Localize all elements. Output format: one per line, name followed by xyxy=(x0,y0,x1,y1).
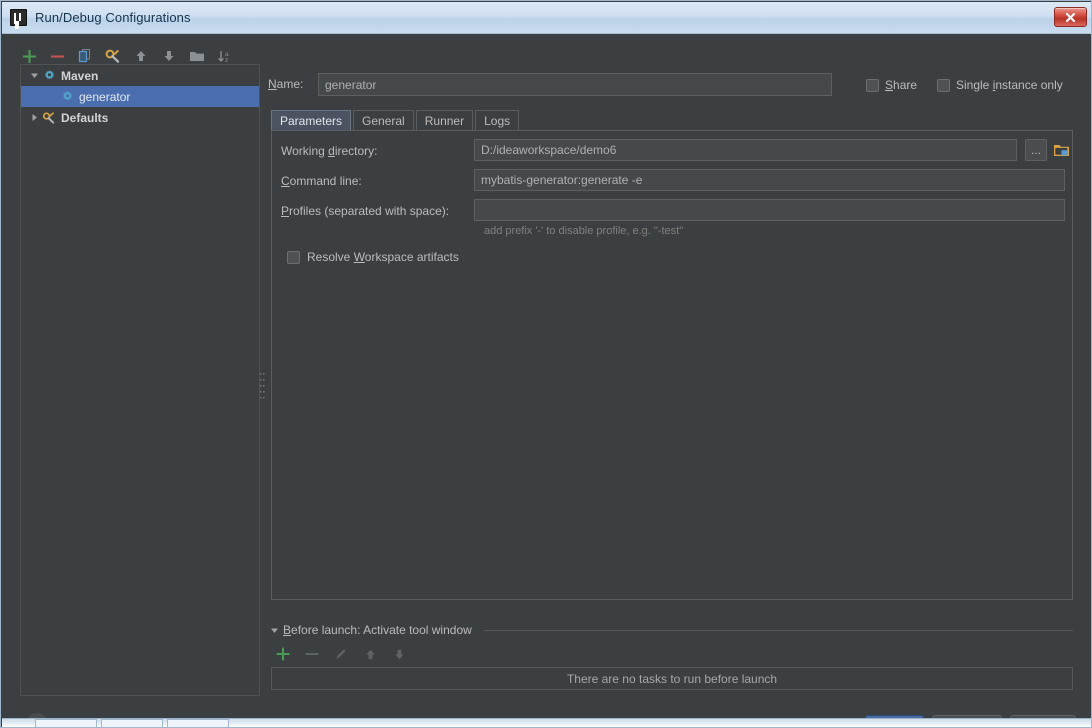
configurations-tree[interactable]: Maven generator Defaults xyxy=(20,64,260,696)
resolve-workspace-artifacts-checkbox[interactable]: Resolve Workspace artifacts xyxy=(287,250,459,264)
tab-runner[interactable]: Runner xyxy=(415,110,474,131)
chevron-down-icon[interactable] xyxy=(27,71,41,80)
tree-node-label: Defaults xyxy=(61,110,109,125)
share-checkbox-box[interactable] xyxy=(866,78,879,92)
before-launch-divider xyxy=(483,629,1073,631)
create-folder-button[interactable] xyxy=(188,47,206,65)
defaults-wrench-icon xyxy=(41,111,57,125)
folder-open-icon[interactable] xyxy=(1051,139,1071,161)
share-checkbox[interactable]: Share xyxy=(866,78,917,92)
run-debug-configurations-dialog: Run/Debug Configurations a z Maven gener… xyxy=(0,0,1092,728)
share-checkbox-label: Share xyxy=(885,78,918,92)
resolve-workspace-artifacts-box[interactable] xyxy=(287,250,300,264)
before-launch-task-list[interactable]: There are no tasks to run before launch xyxy=(271,667,1073,690)
maven-gear-icon xyxy=(41,69,57,82)
move-down-button[interactable] xyxy=(160,47,178,65)
tab-logs[interactable]: Logs xyxy=(475,110,520,131)
move-up-button[interactable] xyxy=(132,47,150,65)
chevron-down-icon[interactable] xyxy=(270,626,279,635)
profiles-label: Profiles (separated with space): xyxy=(281,204,450,218)
window-title: Run/Debug Configurations xyxy=(35,10,191,25)
edit-templates-button[interactable] xyxy=(104,47,122,65)
single-instance-checkbox[interactable]: Single instance only xyxy=(937,78,1063,92)
profiles-hint: add prefix '-' to disable profile, e.g. … xyxy=(484,225,684,237)
close-icon[interactable] xyxy=(1054,7,1087,27)
configuration-tabs[interactable]: Parameters General Runner Logs xyxy=(271,110,521,131)
task-down-button[interactable] xyxy=(390,645,408,663)
working-directory-input[interactable]: D:/ideaworkspace/demo6 xyxy=(474,139,1017,161)
desktop-bottom-strip xyxy=(2,718,1091,727)
working-directory-label: Working directory: xyxy=(281,144,378,158)
parameters-tab-panel: Working directory: D:/ideaworkspace/demo… xyxy=(271,130,1073,600)
remove-task-button[interactable] xyxy=(303,645,321,663)
before-launch-header[interactable]: Before launch: Activate tool window xyxy=(270,623,1073,637)
remove-configuration-button[interactable] xyxy=(48,47,66,65)
taskbar-item[interactable] xyxy=(35,719,97,727)
command-line-label: Command line: xyxy=(281,174,362,188)
edit-task-button[interactable] xyxy=(332,645,350,663)
tree-node-defaults[interactable]: Defaults xyxy=(21,107,259,128)
maven-gear-icon xyxy=(59,90,75,103)
working-directory-browse-button[interactable]: ... xyxy=(1025,139,1047,161)
task-up-button[interactable] xyxy=(361,645,379,663)
dialog-body: a z Maven generator Defaults Name: gener… xyxy=(2,34,1091,727)
add-configuration-button[interactable] xyxy=(20,47,38,65)
profiles-input[interactable] xyxy=(474,199,1065,221)
copy-configuration-button[interactable] xyxy=(76,47,94,65)
single-instance-checkbox-box[interactable] xyxy=(937,78,950,92)
tree-node-generator[interactable]: generator xyxy=(21,86,259,107)
name-input[interactable]: generator xyxy=(318,73,832,96)
tab-parameters[interactable]: Parameters xyxy=(271,110,352,131)
name-label: Name: xyxy=(268,77,304,91)
tree-node-label: generator xyxy=(79,89,131,104)
tab-general[interactable]: General xyxy=(353,110,414,131)
taskbar-item[interactable] xyxy=(167,719,229,727)
single-instance-checkbox-label: Single instance only xyxy=(956,78,1063,92)
tree-node-maven[interactable]: Maven xyxy=(21,65,259,86)
sort-configurations-button[interactable]: a z xyxy=(216,47,234,65)
panel-splitter-handle[interactable] xyxy=(258,364,266,414)
taskbar-item[interactable] xyxy=(101,719,163,727)
before-launch-empty-text: There are no tasks to run before launch xyxy=(566,671,778,686)
add-task-button[interactable] xyxy=(274,645,292,663)
chevron-right-icon[interactable] xyxy=(27,113,41,122)
command-line-input[interactable]: mybatis-generator:generate -e xyxy=(474,169,1065,191)
resolve-workspace-artifacts-label: Resolve Workspace artifacts xyxy=(307,250,459,264)
svg-text:z: z xyxy=(225,57,228,64)
before-launch-toolbar xyxy=(274,645,408,663)
intellij-idea-logo-icon xyxy=(10,9,27,26)
title-bar: Run/Debug Configurations xyxy=(2,2,1091,34)
tree-node-label: Maven xyxy=(61,68,99,83)
before-launch-title: Before launch: Activate tool window xyxy=(283,623,472,637)
